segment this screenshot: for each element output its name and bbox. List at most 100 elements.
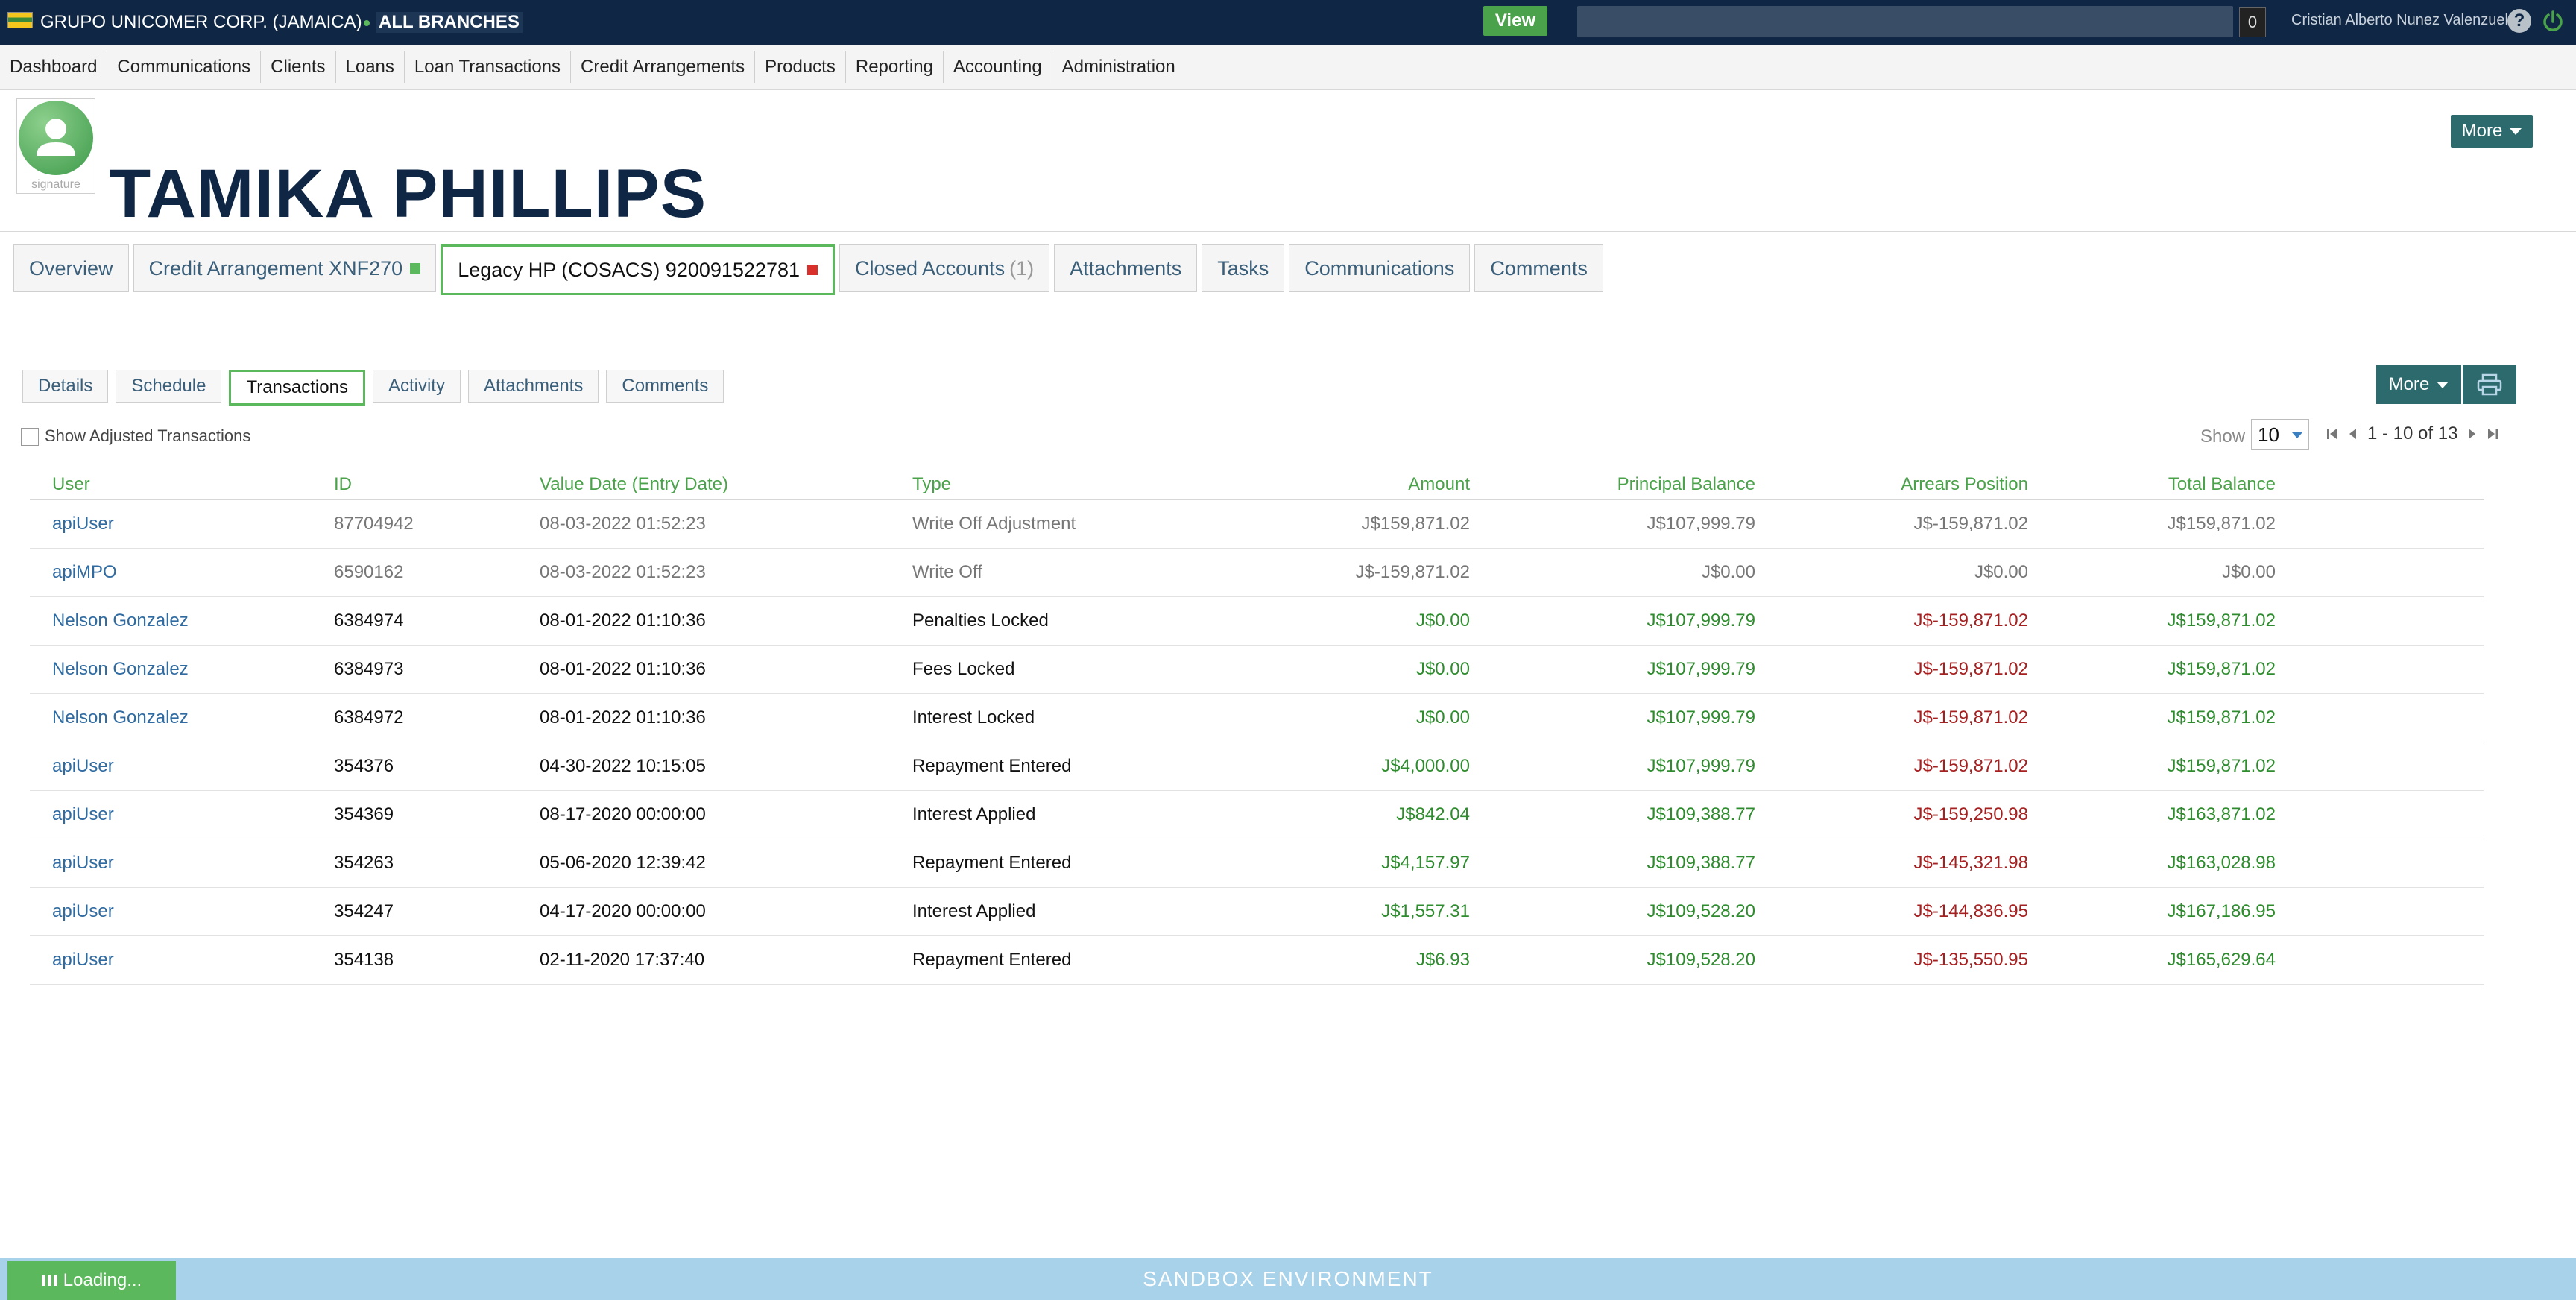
row-principal-balance: J$109,528.20 [1647,901,1755,921]
client-more-button[interactable]: More [2451,115,2533,148]
nav-products[interactable]: Products [755,51,846,83]
row-total-balance: J$159,871.02 [2167,659,2276,679]
header-type[interactable]: Type [912,470,951,499]
loading-label: Loading... [63,1270,142,1290]
tab-comments[interactable]: Comments [1474,244,1603,292]
row-user[interactable]: apiUser [52,888,114,935]
row-arrears-position: J$-145,321.98 [1913,853,2028,873]
first-page-icon[interactable] [2326,426,2339,442]
next-page-icon[interactable] [2465,426,2478,442]
previous-page-icon[interactable] [2346,426,2360,442]
row-user[interactable]: Nelson Gonzalez [52,646,189,693]
nav-administration[interactable]: Administration [1052,51,1185,83]
nav-loans[interactable]: Loans [336,51,405,83]
row-type: Write Off Adjustment [912,514,1076,534]
search-count-badge: 0 [2239,7,2266,37]
tab-tasks[interactable]: Tasks [1202,244,1285,292]
tab-communications[interactable]: Communications [1289,244,1471,292]
row-amount: J$1,557.31 [1381,901,1470,921]
subtab-attachments[interactable]: Attachments [467,370,599,403]
table-row[interactable]: apiUser 354376 04-30-2022 10:15:05 Repay… [30,742,2484,791]
row-id: 354247 [334,901,394,921]
subtab-schedule[interactable]: Schedule [116,370,222,403]
row-type: Write Off [912,562,982,582]
power-icon[interactable] [2540,9,2566,34]
last-page-icon[interactable] [2486,426,2499,442]
help-icon[interactable]: ? [2507,9,2531,33]
header-amount[interactable]: Amount [1408,470,1470,499]
pagination: 1 - 10 of 13 [2326,423,2499,444]
nav-credit-arrangements[interactable]: Credit Arrangements [571,51,756,83]
nav-accounting[interactable]: Accounting [944,51,1052,83]
signature-label: signature [31,178,80,191]
nav-dashboard[interactable]: Dashboard [0,51,108,83]
row-total-balance: J$159,871.02 [2167,756,2276,776]
organization-name[interactable]: GRUPO UNICOMER CORP. (JAMAICA) [40,12,362,33]
row-amount: J$0.00 [1415,610,1470,631]
tab-overview[interactable]: Overview [13,244,129,292]
header-value-date[interactable]: Value Date (Entry Date) [540,470,728,499]
row-principal-balance: J$107,999.79 [1647,514,1755,534]
current-user-name[interactable]: Cristian Alberto Nunez Valenzuela [2291,12,2516,29]
nav-loan-transactions[interactable]: Loan Transactions [405,51,572,83]
print-button[interactable] [2463,365,2516,404]
row-id: 6384973 [334,659,404,679]
avatar[interactable]: signature [16,98,95,194]
header-arrears-position[interactable]: Arrears Position [1901,470,2028,499]
row-user[interactable]: apiUser [52,791,114,839]
subtab-comments[interactable]: Comments [606,370,724,403]
row-user[interactable]: apiUser [52,742,114,790]
table-row[interactable]: Nelson Gonzalez 6384972 08-01-2022 01:10… [30,694,2484,742]
row-type: Repayment Entered [912,756,1072,776]
show-adjusted-checkbox[interactable] [21,428,39,446]
table-row[interactable]: apiUser 354247 04-17-2020 00:00:00 Inter… [30,888,2484,936]
header-total-balance[interactable]: Total Balance [2168,470,2276,499]
page-size-select[interactable]: 10 [2251,419,2309,450]
table-row[interactable]: Nelson Gonzalez 6384974 08-01-2022 01:10… [30,597,2484,646]
environment-label: SANDBOX ENVIRONMENT [1143,1267,1433,1290]
table-row[interactable]: apiMPO 6590162 08-03-2022 01:52:23 Write… [30,549,2484,597]
tab-credit-arrangement[interactable]: Credit Arrangement XNF270 [133,244,437,292]
nav-reporting[interactable]: Reporting [846,51,944,83]
nav-clients[interactable]: Clients [261,51,336,83]
row-user[interactable]: apiUser [52,500,114,548]
row-principal-balance: J$0.00 [1701,562,1755,582]
row-user[interactable]: apiMPO [52,549,117,596]
subtab-activity[interactable]: Activity [372,370,461,403]
transactions-more-button[interactable]: More [2376,365,2461,404]
view-button[interactable]: View [1483,6,1547,36]
closed-status-icon [807,265,818,275]
row-total-balance: J$159,871.02 [2167,610,2276,631]
subtab-details[interactable]: Details [22,370,109,403]
row-principal-balance: J$109,388.77 [1647,804,1755,824]
branch-selector[interactable]: ALL BRANCHES [376,12,523,33]
row-value-date: 08-01-2022 01:10:36 [540,659,706,679]
tab-label: Communications [1304,256,1455,280]
nav-communications[interactable]: Communications [107,51,262,83]
table-row[interactable]: Nelson Gonzalez 6384973 08-01-2022 01:10… [30,646,2484,694]
row-amount: J$6.93 [1415,950,1470,970]
row-id: 87704942 [334,514,414,534]
page-size-value: 10 [2258,423,2279,446]
tab-closed-accounts[interactable]: Closed Accounts (1) [839,244,1050,292]
row-user[interactable]: Nelson Gonzalez [52,694,189,742]
row-value-date: 04-30-2022 10:15:05 [540,756,706,776]
subtab-transactions[interactable]: Transactions [229,370,365,406]
table-row[interactable]: apiUser 354263 05-06-2020 12:39:42 Repay… [30,839,2484,888]
top-bar: GRUPO UNICOMER CORP. (JAMAICA) ALL BRANC… [0,0,2576,45]
header-user[interactable]: User [52,470,90,499]
row-user[interactable]: apiUser [52,936,114,984]
table-row[interactable]: apiUser 354138 02-11-2020 17:37:40 Repay… [30,936,2484,985]
tab-legacy-hp[interactable]: Legacy HP (COSACS) 920091522781 [441,244,835,295]
row-user[interactable]: Nelson Gonzalez [52,597,189,645]
header-id[interactable]: ID [334,470,352,499]
header-principal-balance[interactable]: Principal Balance [1617,470,1755,499]
tab-label: Tasks [1217,256,1269,280]
table-row[interactable]: apiUser 354369 08-17-2020 00:00:00 Inter… [30,791,2484,839]
global-search-input[interactable] [1577,6,2233,37]
table-row[interactable]: apiUser 87704942 08-03-2022 01:52:23 Wri… [30,500,2484,549]
row-id: 354369 [334,804,394,824]
show-adjusted-label[interactable]: Show Adjusted Transactions [45,426,250,446]
row-user[interactable]: apiUser [52,839,114,887]
tab-attachments[interactable]: Attachments [1054,244,1198,292]
